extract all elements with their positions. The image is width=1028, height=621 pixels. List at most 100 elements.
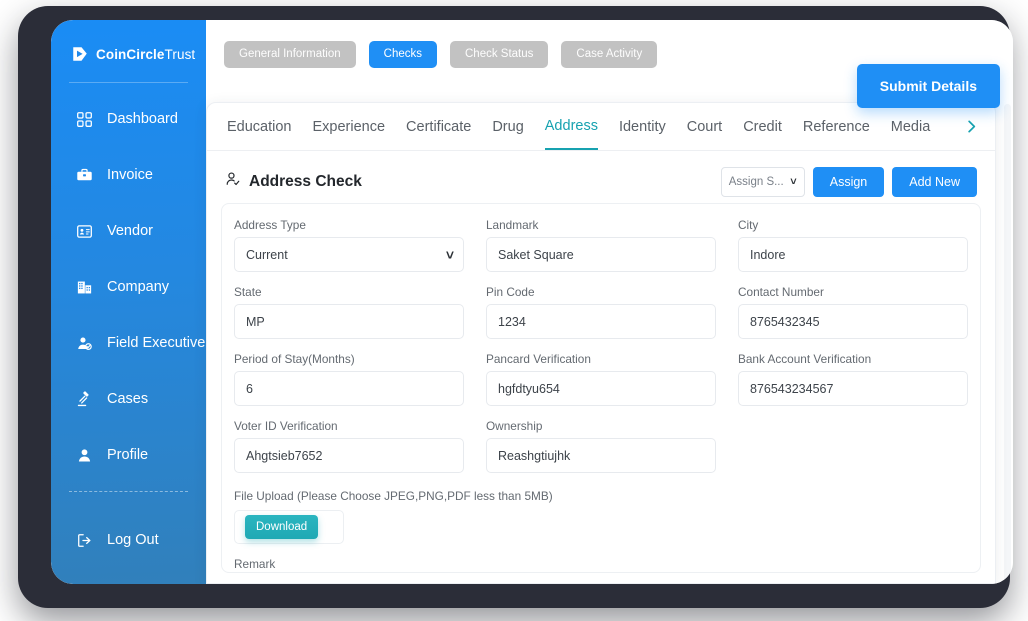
field-value: Ahgtsieb7652	[246, 448, 323, 463]
ownership-input[interactable]: Reashgtiujhk	[486, 438, 716, 473]
checks-card: Education Experience Certificate Drug Ad…	[206, 102, 996, 584]
brand-name-bold: CoinCircle	[96, 46, 165, 62]
tab-experience[interactable]: Experience	[313, 103, 386, 150]
sidebar-item-label: Cases	[107, 391, 149, 407]
field-contact-number: Contact Number 8765432345	[738, 285, 968, 339]
period-of-stay-input[interactable]: 6	[234, 371, 464, 406]
field-value: MP	[246, 314, 265, 329]
tab-check-status[interactable]: Check Status	[450, 40, 549, 68]
field-label: Ownership	[486, 419, 543, 433]
pancard-verification-input[interactable]: hgfdtyu654	[486, 371, 716, 406]
pin-code-input[interactable]: 1234	[486, 304, 716, 339]
field-value: Saket Square	[498, 247, 574, 262]
logout-icon	[75, 531, 94, 550]
assign-status-select[interactable]: Assign S... ˅	[720, 166, 805, 197]
city-input[interactable]: Indore	[738, 237, 968, 272]
sidebar-item-field-executive[interactable]: Field Executive	[51, 323, 206, 363]
tab-education[interactable]: Education	[227, 103, 292, 150]
gavel-icon	[75, 390, 94, 409]
landmark-input[interactable]: Saket Square	[486, 237, 716, 272]
sidebar-item-vendor[interactable]: Vendor	[51, 211, 206, 251]
tab-address[interactable]: Address	[544, 103, 598, 150]
assign-button[interactable]: Assign	[812, 166, 885, 197]
sidebar-item-label: Vendor	[107, 223, 153, 239]
field-label: Landmark	[486, 218, 539, 232]
field-pin-code: Pin Code 1234	[486, 285, 716, 339]
tab-general-information[interactable]: General Information	[224, 40, 356, 68]
chevron-down-icon: ˅	[445, 246, 454, 263]
field-city: City Indore	[738, 218, 968, 272]
sidebar-item-label: Field Executive	[107, 335, 206, 351]
field-value: Indore	[750, 247, 786, 262]
grid-icon	[75, 110, 94, 129]
address-type-select[interactable]: Current ˅	[234, 237, 464, 272]
brand-name: CoinCircleTrust	[96, 47, 195, 62]
field-bank-account-verification: Bank Account Verification 876543234567	[738, 352, 968, 406]
sidebar-item-label: Dashboard	[107, 111, 178, 127]
page-title-text: Address Check	[249, 172, 362, 190]
remark-row: Remark	[234, 557, 968, 572]
sidebar-item-profile[interactable]: Profile	[51, 435, 206, 475]
section-header: Address Check Assign S... ˅ Assign Add N…	[207, 151, 995, 199]
main-content: General Information Checks Check Status …	[206, 20, 1013, 584]
field-pancard-verification: Pancard Verification hgfdtyu654	[486, 352, 716, 406]
tab-checks[interactable]: Checks	[368, 40, 437, 68]
tab-media[interactable]: Media	[891, 103, 931, 150]
field-value: hgfdtyu654	[498, 381, 560, 396]
tab-drug[interactable]: Drug	[492, 103, 523, 150]
form-grid: Address Type Current ˅ Landmark Saket Sq…	[234, 218, 968, 486]
tab-identity[interactable]: Identity	[619, 103, 666, 150]
file-upload-row: File Upload (Please Choose JPEG,PNG,PDF …	[234, 486, 968, 544]
field-label: Pancard Verification	[486, 352, 591, 366]
file-upload-label: File Upload (Please Choose JPEG,PNG,PDF …	[234, 489, 553, 503]
chevron-right-icon[interactable]	[964, 119, 979, 134]
building-icon	[75, 278, 94, 297]
add-new-button[interactable]: Add New	[892, 166, 977, 197]
contact-number-input[interactable]: 8765432345	[738, 304, 968, 339]
briefcase-icon	[75, 166, 94, 185]
state-input[interactable]: MP	[234, 304, 464, 339]
field-label: Contact Number	[738, 285, 824, 299]
field-value: 6	[246, 381, 253, 396]
submit-details-button[interactable]: Submit Details	[856, 64, 1000, 108]
id-card-icon	[75, 222, 94, 241]
assign-status-value: Assign S...	[728, 175, 784, 188]
bank-account-verification-input[interactable]: 876543234567	[738, 371, 968, 406]
page-title: Address Check	[225, 171, 362, 193]
tab-court[interactable]: Court	[687, 103, 722, 150]
sidebar-nav: Dashboard Invoice Vendor Company Field E…	[51, 99, 206, 475]
field-label: City	[738, 218, 759, 232]
tab-case-activity[interactable]: Case Activity	[561, 40, 658, 68]
field-state: State MP	[234, 285, 464, 339]
brand-divider	[69, 82, 188, 83]
sidebar-item-label: Profile	[107, 447, 149, 463]
field-label: Bank Account Verification	[738, 352, 872, 366]
tab-reference[interactable]: Reference	[803, 103, 870, 150]
field-label: Period of Stay(Months)	[234, 352, 355, 366]
chevron-down-icon: ˅	[790, 175, 797, 188]
tab-credit[interactable]: Credit	[743, 103, 782, 150]
sidebar: CoinCircleTrust Dashboard Invoice Vendor…	[51, 20, 206, 584]
sidebar-item-cases[interactable]: Cases	[51, 379, 206, 419]
tab-certificate[interactable]: Certificate	[406, 103, 471, 150]
field-landmark: Landmark Saket Square	[486, 218, 716, 272]
address-form: Address Type Current ˅ Landmark Saket Sq…	[221, 203, 981, 573]
file-upload-box[interactable]: Download	[234, 510, 344, 544]
logout-divider	[69, 491, 188, 492]
page-scrollbar[interactable]	[1004, 104, 1011, 584]
sidebar-item-company[interactable]: Company	[51, 267, 206, 307]
voter-id-verification-input[interactable]: Ahgtsieb7652	[234, 438, 464, 473]
download-button[interactable]: Download	[245, 515, 319, 539]
field-address-type: Address Type Current ˅	[234, 218, 464, 272]
user-check-icon	[225, 171, 242, 193]
remark-label: Remark	[234, 557, 276, 571]
sidebar-item-logout[interactable]: Log Out	[51, 520, 206, 560]
sidebar-item-dashboard[interactable]: Dashboard	[51, 99, 206, 139]
sidebar-item-invoice[interactable]: Invoice	[51, 155, 206, 195]
field-period-of-stay: Period of Stay(Months) 6	[234, 352, 464, 406]
user-icon	[75, 446, 94, 465]
user-check-icon	[75, 334, 94, 353]
field-ownership: Ownership Reashgtiujhk	[486, 419, 716, 473]
play-arrow-logo-icon	[71, 45, 89, 63]
brand-name-light: Trust	[164, 46, 196, 62]
